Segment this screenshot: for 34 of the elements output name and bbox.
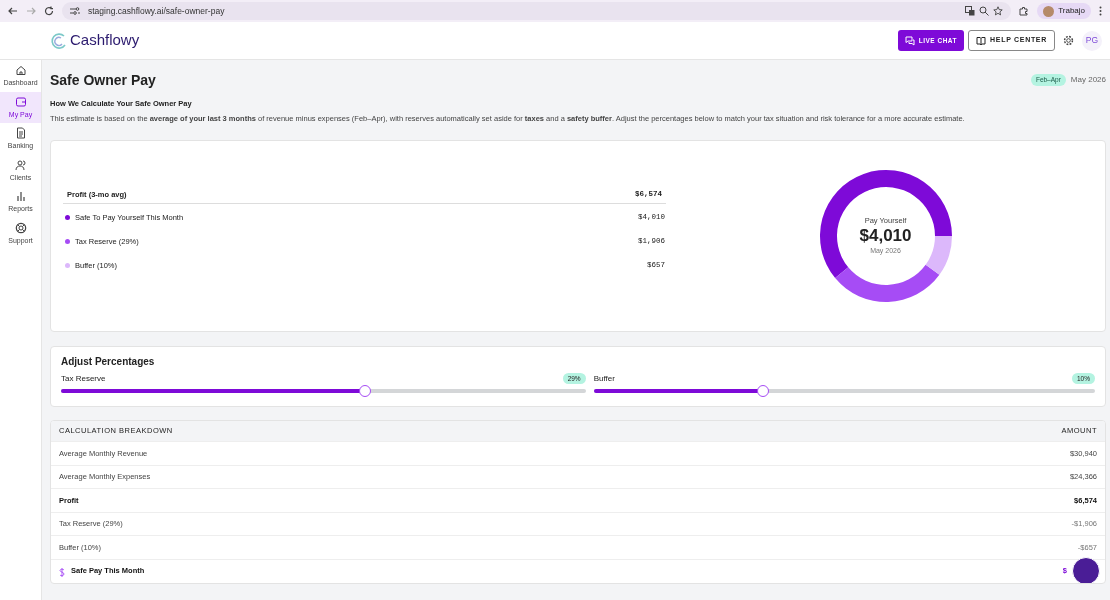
chat-bubbles-icon: [904, 35, 915, 46]
translate-icon[interactable]: [965, 6, 976, 16]
profile-button[interactable]: Trabajo: [1037, 3, 1091, 19]
period-label: May 2026: [1070, 74, 1106, 86]
logo-icon: [50, 31, 68, 50]
zoom-icon[interactable]: [979, 6, 990, 16]
slider-thumb[interactable]: [359, 384, 372, 397]
slider-label: Buffer: [593, 372, 615, 385]
chat-avatar-placeholder[interactable]: [1072, 556, 1100, 583]
page-title: Safe Owner Pay: [50, 71, 156, 89]
reload-icon[interactable]: [44, 6, 54, 16]
bar-chart-icon: [14, 190, 27, 202]
user-avatar[interactable]: PG: [1082, 30, 1102, 51]
address-bar[interactable]: staging.cashflowy.ai/safe-owner-pay: [62, 2, 1012, 20]
back-icon[interactable]: [8, 6, 18, 16]
more-icon[interactable]: [1099, 6, 1102, 16]
section-title: Adjust Percentages: [61, 354, 156, 369]
document-icon: [14, 127, 27, 139]
people-icon: [14, 158, 27, 171]
book-icon: [976, 35, 987, 46]
center-value: $4,010: [859, 225, 912, 247]
logo-text: Cashflowy: [70, 30, 140, 51]
site-settings-icon[interactable]: [70, 7, 80, 15]
url-text: staging.cashflowy.ai/safe-owner-pay: [88, 4, 225, 18]
home-icon: [14, 64, 27, 76]
lifebuoy-icon: [14, 221, 27, 234]
extensions-icon[interactable]: [1019, 6, 1030, 16]
dollar-icon: [59, 566, 65, 576]
star-icon[interactable]: [993, 6, 1004, 16]
profile-photo-placeholder: [1043, 5, 1055, 17]
settings-icon[interactable]: [1063, 35, 1074, 46]
wallet-icon: [14, 95, 27, 108]
slider-label: Tax Reserve: [61, 372, 106, 385]
slider-thumb[interactable]: [756, 384, 769, 397]
